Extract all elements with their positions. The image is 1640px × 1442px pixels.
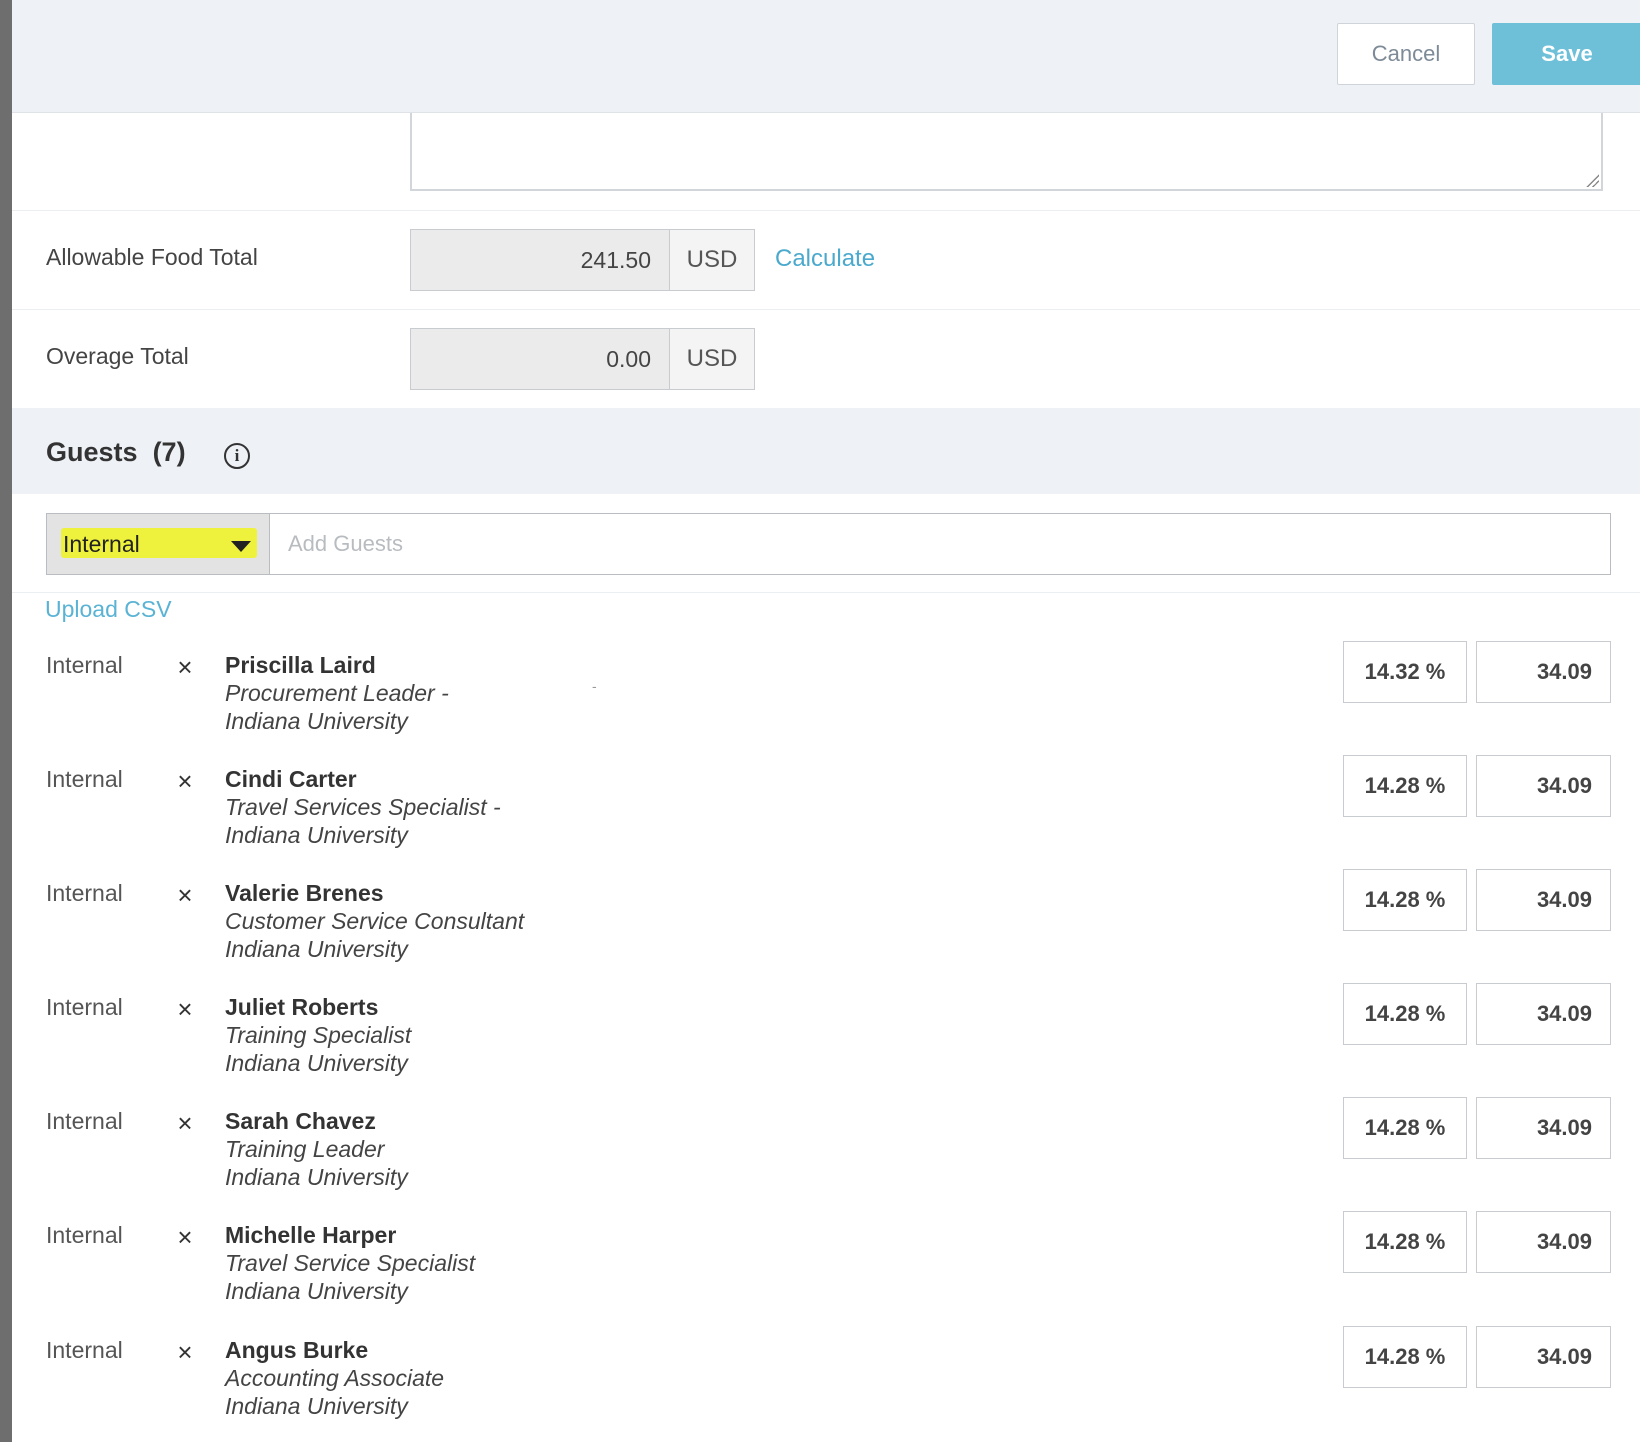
overage-total-label: Overage Total — [46, 343, 189, 369]
remove-guest-icon[interactable]: × — [174, 996, 196, 1022]
guest-type-dropdown[interactable]: Internal — [46, 513, 270, 575]
guest-row: Internal × Juliet Roberts Training Speci… — [0, 983, 1640, 1106]
overage-total-currency: USD — [669, 328, 755, 390]
guest-row: Internal × Priscilla Laird Procurement L… — [0, 641, 1640, 764]
guest-type: Internal — [46, 1222, 123, 1248]
cancel-button[interactable]: Cancel — [1337, 23, 1475, 85]
upload-csv-link[interactable]: Upload CSV — [45, 596, 172, 623]
guest-percent-field[interactable]: 14.32 % — [1343, 641, 1467, 703]
guest-type-value: Internal — [63, 530, 140, 557]
header-bar: Cancel Save — [12, 0, 1640, 113]
allowable-food-total-label: Allowable Food Total — [46, 244, 258, 270]
guest-percent-field[interactable]: 14.28 % — [1343, 869, 1467, 931]
guest-name: Angus Burke — [225, 1337, 369, 1363]
guest-name: Sarah Chavez — [225, 1108, 376, 1134]
guest-row: Internal × Angus Burke Accounting Associ… — [0, 1326, 1640, 1442]
guest-amount-field[interactable]: 34.09 — [1476, 1326, 1611, 1388]
guest-org: Indiana University — [225, 1393, 408, 1419]
guest-name: Valerie Brenes — [225, 880, 384, 906]
guest-name: Cindi Carter — [225, 766, 357, 792]
guest-type: Internal — [46, 652, 123, 678]
guest-amount-field[interactable]: 34.09 — [1476, 755, 1611, 817]
guest-org: Indiana University — [225, 708, 408, 734]
guest-amount-field[interactable]: 34.09 — [1476, 1211, 1611, 1273]
guest-org: Indiana University — [225, 1278, 408, 1304]
guest-type: Internal — [46, 880, 123, 906]
remove-guest-icon[interactable]: × — [174, 1339, 196, 1365]
guest-percent-field[interactable]: 14.28 % — [1343, 1097, 1467, 1159]
guest-name: Michelle Harper — [225, 1222, 397, 1248]
caret-down-icon — [231, 541, 251, 552]
guest-percent-field[interactable]: 14.28 % — [1343, 1211, 1467, 1273]
guest-amount-field[interactable]: 34.09 — [1476, 641, 1611, 703]
guest-row: Internal × Valerie Brenes Customer Servi… — [0, 869, 1640, 992]
guest-amount-field[interactable]: 34.09 — [1476, 869, 1611, 931]
guest-amount-field[interactable]: 34.09 — [1476, 1097, 1611, 1159]
remove-guest-icon[interactable]: × — [174, 882, 196, 908]
guest-title: Training Leader — [225, 1136, 385, 1162]
overage-total-value: 0.00 — [410, 328, 670, 390]
guest-type: Internal — [46, 1108, 123, 1134]
guests-section-header: Guests (7) i — [12, 408, 1640, 494]
calculate-link[interactable]: Calculate — [775, 245, 875, 273]
guest-org: Indiana University — [225, 1050, 408, 1076]
guest-name: Priscilla Laird — [225, 652, 376, 678]
guest-percent-field[interactable]: 14.28 % — [1343, 755, 1467, 817]
guest-org: Indiana University — [225, 936, 408, 962]
guest-title: Procurement Leader - — [225, 680, 449, 706]
remove-guest-icon[interactable]: × — [174, 654, 196, 680]
info-icon[interactable]: i — [224, 443, 250, 469]
stray-mark: - — [592, 678, 597, 694]
guest-org: Indiana University — [225, 822, 408, 848]
guest-title: Training Specialist — [225, 1022, 412, 1048]
remove-guest-icon[interactable]: × — [174, 1110, 196, 1136]
remove-guest-icon[interactable]: × — [174, 1224, 196, 1250]
guests-title-text: Guests — [46, 437, 138, 467]
guest-percent-field[interactable]: 14.28 % — [1343, 1326, 1467, 1388]
save-button[interactable]: Save — [1492, 23, 1640, 85]
guest-type: Internal — [46, 1337, 123, 1363]
guest-title: Travel Service Specialist — [225, 1250, 476, 1276]
divider — [12, 309, 1640, 310]
guest-percent-field[interactable]: 14.28 % — [1343, 983, 1467, 1045]
guest-row: Internal × Sarah Chavez Training Leader … — [0, 1097, 1640, 1220]
guests-title: Guests (7) — [46, 437, 186, 468]
resize-grip-icon[interactable] — [1585, 173, 1599, 187]
guest-name: Juliet Roberts — [225, 994, 379, 1020]
comment-textarea[interactable] — [410, 113, 1603, 191]
guest-title: Accounting Associate — [225, 1365, 445, 1391]
guest-type: Internal — [46, 766, 123, 792]
guest-org: Indiana University — [225, 1164, 408, 1190]
guest-amount-field[interactable]: 34.09 — [1476, 983, 1611, 1045]
guest-title: Travel Services Specialist - — [225, 794, 501, 820]
guests-count: (7) — [152, 437, 186, 467]
remove-guest-icon[interactable]: × — [174, 768, 196, 794]
divider — [12, 210, 1640, 211]
guest-row: Internal × Michelle Harper Travel Servic… — [0, 1211, 1640, 1334]
guest-row: Internal × Cindi Carter Travel Services … — [0, 755, 1640, 878]
guest-type: Internal — [46, 994, 123, 1020]
add-guests-input[interactable] — [269, 513, 1611, 575]
allowable-food-total-currency: USD — [669, 229, 755, 291]
allowable-food-total-value: 241.50 — [410, 229, 670, 291]
divider — [12, 592, 1640, 593]
guest-title: Customer Service Consultant — [225, 908, 525, 934]
